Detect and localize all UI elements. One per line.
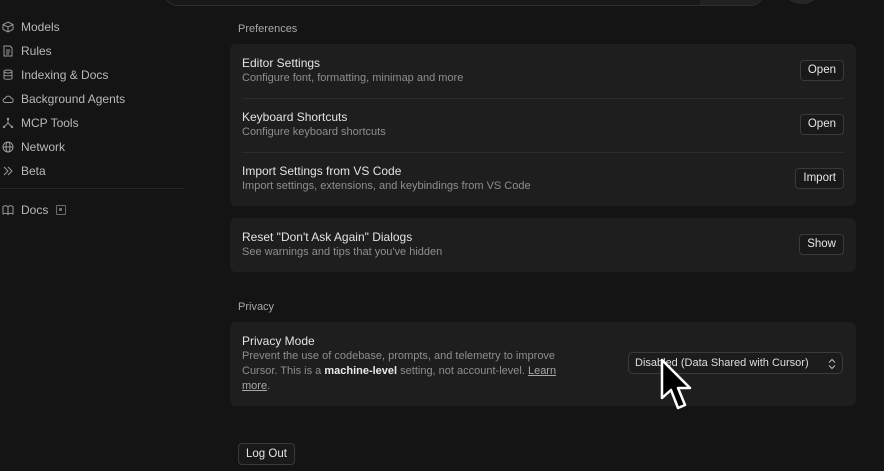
row-title: Editor Settings	[242, 56, 321, 70]
editor-settings-row: Editor Settings Configure font, formatti…	[230, 44, 856, 98]
reset-dialogs-description: See warnings and tips that you've hidden	[242, 246, 443, 258]
privacy-desc-line: Cursor. This is a machine-level setting,…	[242, 364, 602, 379]
document-icon	[2, 45, 14, 57]
chevron-updown-icon	[828, 357, 836, 370]
globe-icon	[2, 141, 14, 153]
privacy-section-label: Privacy	[238, 301, 275, 313]
privacy-mode-description: Prevent the use of codebase, prompts, an…	[242, 349, 602, 394]
privacy-desc-text: Cursor. This is a	[242, 365, 325, 377]
sidebar-item-label: Indexing & Docs	[21, 68, 109, 82]
avatar[interactable]	[786, 0, 818, 4]
preferences-card: Editor Settings Configure font, formatti…	[230, 44, 856, 206]
top-bar	[0, 0, 884, 12]
cloud-icon	[2, 93, 14, 105]
row-description: Import settings, extensions, and keybind…	[242, 180, 531, 192]
privacy-desc-text: setting, not account-level.	[397, 365, 528, 377]
nodes-icon	[2, 117, 14, 129]
sidebar-item-docs[interactable]: Docs	[0, 199, 180, 221]
privacy-card: Privacy Mode Prevent the use of codebase…	[230, 322, 856, 406]
cube-icon	[2, 21, 14, 33]
chevrons-right-icon	[2, 165, 14, 177]
sidebar-item-label: Models	[21, 20, 60, 34]
database-icon	[2, 69, 14, 81]
learn-more-link[interactable]: more	[242, 380, 267, 392]
show-dialogs-button[interactable]: Show	[799, 234, 844, 255]
log-out-button[interactable]: Log Out	[238, 443, 295, 465]
mouse-pointer-icon	[660, 358, 692, 410]
sidebar-item-rules[interactable]: Rules	[0, 40, 180, 62]
keyboard-shortcuts-open-button[interactable]: Open	[799, 114, 844, 135]
sidebar-item-label: Rules	[21, 44, 52, 58]
sidebar-item-indexing-docs[interactable]: Indexing & Docs	[0, 64, 180, 86]
settings-sidebar: Models Rules Indexing & Docs Background …	[0, 12, 184, 471]
command-search-bar[interactable]	[165, 0, 763, 6]
sidebar-item-label: Beta	[21, 164, 46, 178]
preferences-section-label: Preferences	[238, 23, 298, 35]
reset-dialogs-title: Reset "Don't Ask Again" Dialogs	[242, 230, 413, 244]
sidebar-item-label: MCP Tools	[21, 116, 79, 130]
sidebar-item-mcp-tools[interactable]: MCP Tools	[0, 112, 180, 134]
privacy-desc-line: more.	[242, 379, 602, 394]
sidebar-divider	[0, 188, 184, 189]
row-title: Keyboard Shortcuts	[242, 110, 348, 124]
keyboard-shortcuts-row: Keyboard Shortcuts Configure keyboard sh…	[230, 98, 856, 152]
row-description: Configure keyboard shortcuts	[242, 126, 386, 138]
editor-settings-open-button[interactable]: Open	[799, 60, 844, 81]
import-vscode-row: Import Settings from VS Code Import sett…	[230, 152, 856, 206]
sidebar-item-label: Network	[21, 140, 66, 154]
privacy-desc-text: .	[267, 380, 271, 392]
privacy-desc-bold: machine-level	[324, 365, 398, 377]
learn-more-link[interactable]: Learn	[528, 365, 556, 377]
sidebar-item-label: Docs	[21, 203, 49, 217]
sidebar-item-network[interactable]: Network	[0, 136, 180, 158]
reset-dialogs-card: Reset "Don't Ask Again" Dialogs See warn…	[230, 218, 856, 272]
import-settings-button[interactable]: Import	[795, 168, 844, 189]
external-link-icon	[56, 205, 67, 215]
search-bar-segment[interactable]	[700, 0, 762, 5]
sidebar-item-label: Background Agents	[21, 92, 126, 106]
book-icon	[2, 204, 14, 216]
row-title: Import Settings from VS Code	[242, 164, 402, 178]
sidebar-item-background-agents[interactable]: Background Agents	[0, 88, 180, 110]
sidebar-item-beta[interactable]: Beta	[0, 160, 180, 182]
privacy-desc-line: Prevent the use of codebase, prompts, an…	[242, 350, 556, 362]
row-description: Configure font, formatting, minimap and …	[242, 72, 464, 84]
privacy-mode-title: Privacy Mode	[242, 334, 315, 348]
sidebar-item-models[interactable]: Models	[0, 16, 180, 38]
